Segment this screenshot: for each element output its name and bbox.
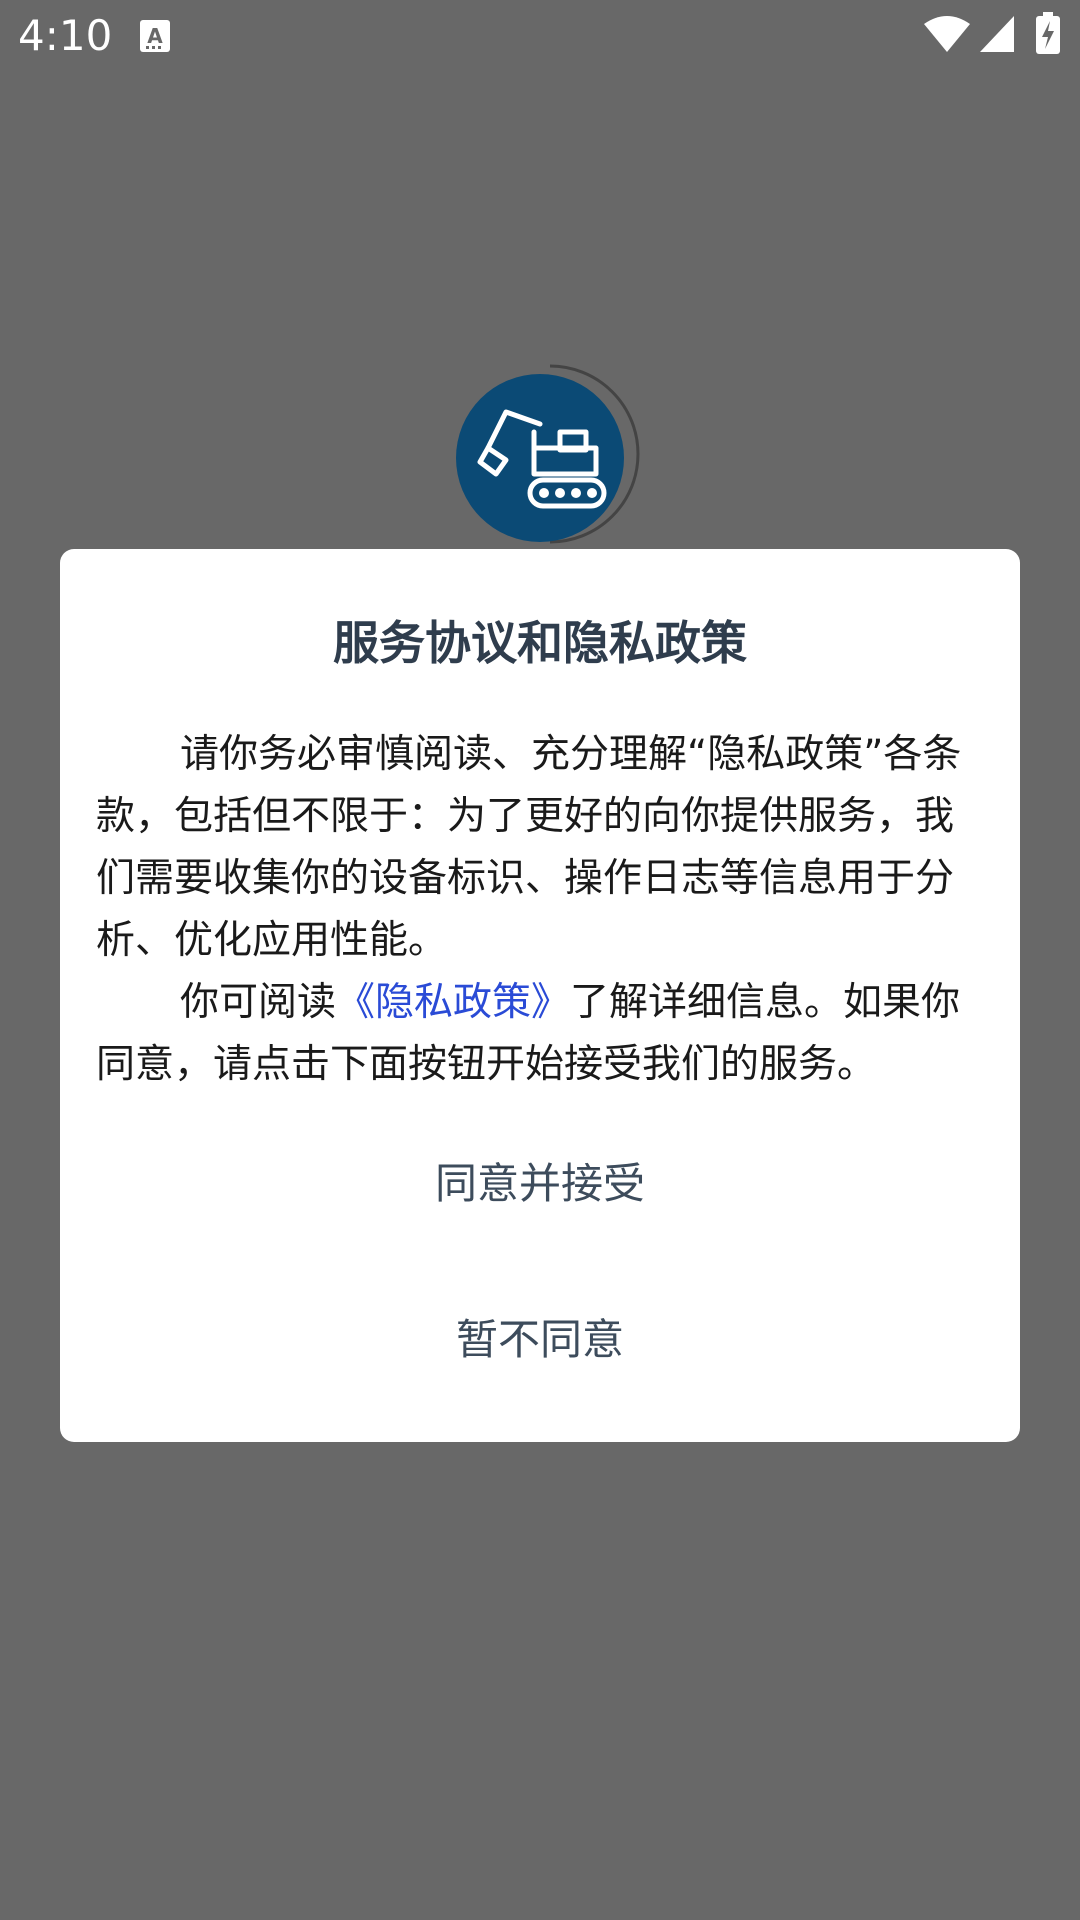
dialog-title: 服务协议和隐私政策 [333,616,747,670]
cell-signal-icon [980,16,1014,52]
dialog-paragraph-2: 你可阅读《隐私政策》了解详细信息。如果你同意，请点击下面按钮开始接受我们的服务。 [96,972,988,1096]
excavator-logo-icon [456,364,640,544]
battery-charging-icon [1036,12,1060,54]
paragraph-2-prefix: 你可阅读 [180,980,337,1025]
agree-button[interactable]: 同意并接受 [60,1138,1020,1230]
wifi-icon [924,16,970,52]
status-time: 4:10 [18,11,113,60]
decline-button[interactable]: 暂不同意 [60,1294,1020,1386]
notification-a-icon: A [140,20,170,52]
dialog-paragraph-1: 请你务必审慎阅读、充分理解“隐私政策”各条款，包括但不限于：为了更好的向你提供服… [96,732,962,963]
privacy-dialog: 服务协议和隐私政策 请你务必审慎阅读、充分理解“隐私政策”各条款，包括但不限于：… [60,549,1020,1442]
status-bar: 4:10 A [0,0,1080,72]
svg-text:A: A [147,24,163,48]
dialog-body: 请你务必审慎阅读、充分理解“隐私政策”各条款，包括但不限于：为了更好的向你提供服… [96,724,988,1096]
privacy-policy-link[interactable]: 《隐私政策》 [336,980,570,1025]
